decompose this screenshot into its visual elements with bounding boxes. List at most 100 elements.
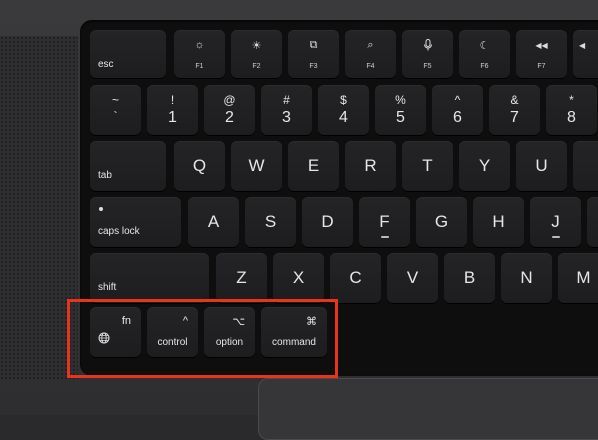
tilde-label: ~ [111,93,119,107]
letter-label: H [492,212,505,231]
f1-key[interactable]: ☼ F1 [174,30,225,78]
letter-label: Z [236,268,247,287]
key-j[interactable]: J [530,197,581,247]
digit-label: 4 [339,109,348,126]
letter-label: U [535,156,548,175]
key-f[interactable]: F [359,197,410,247]
digit-label: 5 [396,109,405,126]
f5-key[interactable]: F5 [402,30,453,78]
key-v[interactable]: V [387,253,438,303]
key-4[interactable]: $ 4 [318,85,369,135]
key-t[interactable]: T [402,141,453,191]
key-a[interactable]: A [188,197,239,247]
caret-label: ^ [454,93,461,107]
key-s[interactable]: S [245,197,296,247]
digit-label: 3 [282,109,291,126]
f3-key[interactable]: ⧉ F3 [288,30,339,78]
percent-label: % [395,93,406,107]
highlight-box [67,299,338,378]
letter-label: Q [192,156,207,175]
key-6[interactable]: ^ 6 [432,85,483,135]
home-key-nib [380,236,389,238]
f2-key[interactable]: ☀ F2 [231,30,282,78]
ampersand-label: & [510,93,519,107]
esc-label: esc [98,59,114,70]
key-b[interactable]: B [444,253,495,303]
letter-label: N [520,268,533,287]
key-h[interactable]: H [473,197,524,247]
hash-label: # [283,93,290,107]
letter-label: C [349,268,362,287]
letter-label: F [379,212,390,231]
key-r[interactable]: R [345,141,396,191]
letter-label: S [264,212,277,231]
home-key-nib [551,236,560,238]
f8-key[interactable]: ◀ [573,30,598,78]
letter-label: R [364,156,377,175]
key-c[interactable]: C [330,253,381,303]
f4-label: F4 [366,63,375,70]
key-u[interactable]: U [516,141,567,191]
f7-label: F7 [537,63,546,70]
key-m[interactable]: M [558,253,598,303]
f4-key[interactable]: ⌕ F4 [345,30,396,78]
digit-label: 2 [225,109,234,126]
trackpad[interactable] [258,378,598,440]
key-7[interactable]: & 7 [489,85,540,135]
brightness-down-icon: ☼ [194,39,205,51]
letter-label: M [576,268,591,287]
esc-key[interactable]: esc [90,30,166,78]
rewind-icon: ◀◀ [535,41,548,50]
caps-lock-label: caps lock [98,226,140,237]
letter-label: X [292,268,305,287]
key-i[interactable] [573,141,598,191]
f7-key[interactable]: ◀◀ F7 [516,30,567,78]
letter-label: J [551,212,560,231]
letter-label: D [321,212,334,231]
dollar-label: $ [340,93,347,107]
key-g[interactable]: G [416,197,467,247]
key-e[interactable]: E [288,141,339,191]
letter-label: G [434,212,449,231]
asterisk-label: * [569,93,574,107]
f3-label: F3 [309,63,318,70]
f6-key[interactable]: ☾ F6 [459,30,510,78]
backtick-key[interactable]: ~ ` [90,85,141,135]
shift-key[interactable]: shift [90,253,209,303]
digit-label: 1 [168,109,177,126]
key-3[interactable]: # 3 [261,85,312,135]
at-label: @ [223,93,236,107]
key-n[interactable]: N [501,253,552,303]
key-z[interactable]: Z [216,253,267,303]
letter-label: A [207,212,220,231]
key-2[interactable]: @ 2 [204,85,255,135]
brightness-up-icon: ☀ [251,40,262,52]
shift-label: shift [98,282,117,293]
key-x[interactable]: X [273,253,324,303]
letter-label: E [307,156,320,175]
tab-label: tab [98,170,112,181]
caps-lock-key[interactable]: caps lock [90,197,181,247]
digit-label: 6 [453,109,462,126]
key-q[interactable]: Q [174,141,225,191]
mission-control-icon: ⧉ [309,39,318,51]
digit-label: 7 [510,109,519,126]
key-w[interactable]: W [231,141,282,191]
key-k[interactable] [587,197,598,247]
exclaim-label: ! [170,93,175,107]
key-d[interactable]: D [302,197,353,247]
play-pause-icon: ◀ [579,41,586,50]
letter-label: V [406,268,419,287]
letter-label: W [248,156,265,175]
key-8[interactable]: * 8 [546,85,597,135]
caps-lock-indicator [99,207,103,211]
search-icon: ⌕ [367,39,374,51]
f5-label: F5 [423,63,432,70]
letter-label: T [422,156,433,175]
key-1[interactable]: ! 1 [147,85,198,135]
letter-label: Y [478,156,491,175]
f6-label: F6 [480,63,489,70]
key-y[interactable]: Y [459,141,510,191]
tab-key[interactable]: tab [90,141,166,191]
key-5[interactable]: % 5 [375,85,426,135]
